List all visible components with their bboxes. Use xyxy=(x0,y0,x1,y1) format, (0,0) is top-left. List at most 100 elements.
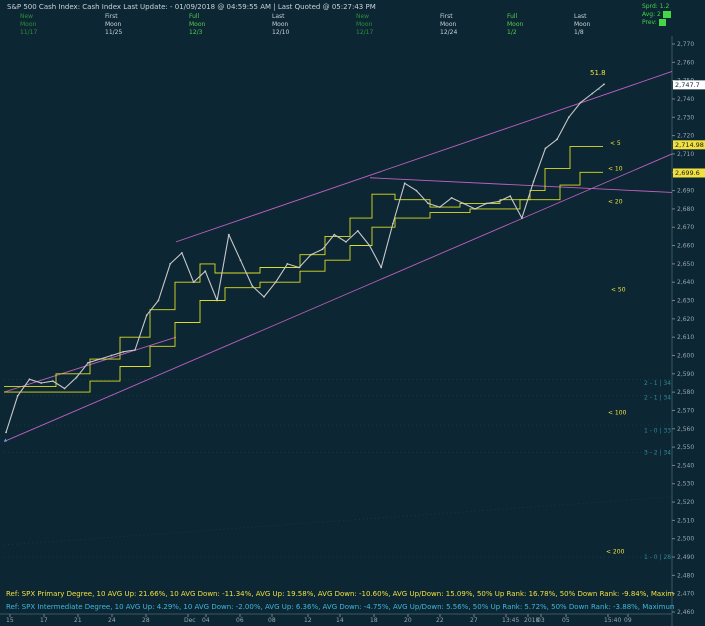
y-tick-label: 2,500 xyxy=(677,536,694,543)
ma-label: < 5 xyxy=(610,140,621,147)
chart-window: S&P 500 Cash Index: Cash Index Last Upda… xyxy=(0,0,705,626)
price-point xyxy=(169,263,172,265)
primary-degree-stats: Ref: SPX Primary Degree, 10 AVG Up: 21.6… xyxy=(6,590,674,598)
price-point xyxy=(403,182,406,185)
price-point xyxy=(98,358,101,360)
y-tick-label: 2,680 xyxy=(677,206,694,213)
y-tick-label: 2,560 xyxy=(677,426,694,433)
x-tick-label: 14 xyxy=(336,617,344,624)
price-point xyxy=(450,197,453,199)
price-point xyxy=(286,263,289,265)
x-tick-label: 06 xyxy=(236,617,244,624)
price-point xyxy=(274,281,277,284)
channel-lower-line xyxy=(3,153,673,443)
price-point xyxy=(52,380,54,382)
ma-label: < 100 xyxy=(608,409,627,416)
annotation-label: 3 - 2 | 34 xyxy=(644,449,671,456)
y-tick-label: 2,600 xyxy=(677,352,694,359)
y-tick-label: 2,590 xyxy=(677,371,694,378)
price-point xyxy=(298,266,300,269)
channel-upper-line xyxy=(175,71,673,243)
x-tick-label: 17 xyxy=(40,617,48,624)
price-point xyxy=(181,252,183,254)
x-tick-label: 28 xyxy=(142,617,150,624)
x-tick-label: 15:40 xyxy=(604,617,621,624)
y-tick-label: 2,710 xyxy=(677,151,694,158)
x-tick-label: Dec xyxy=(184,617,196,624)
y-tick-label: 2,540 xyxy=(677,462,694,469)
y-tick-label: 2,660 xyxy=(677,243,694,250)
price-point xyxy=(380,266,383,269)
x-tick-label: 15 xyxy=(6,617,14,624)
price-line xyxy=(5,83,605,433)
price-point xyxy=(567,116,570,119)
y-tick-label: 2,550 xyxy=(677,444,694,451)
y-tick-label: 2,570 xyxy=(677,407,694,414)
y-tick-label: 2,610 xyxy=(677,334,694,341)
price-point xyxy=(251,285,254,287)
y-tick-label: 2,620 xyxy=(677,316,694,323)
x-tick-label: 08 xyxy=(268,617,276,624)
x-tick-label: 20 xyxy=(404,617,412,624)
price-point xyxy=(5,431,7,434)
moving-averages xyxy=(4,146,603,393)
price-point xyxy=(603,83,605,86)
annotation-label: 1 - 0 | 33 xyxy=(644,427,671,434)
price-point xyxy=(579,101,582,104)
price-point xyxy=(368,244,371,247)
annotation-label: 2 - 1 | 34 xyxy=(644,380,671,387)
y-tick-label: 2,580 xyxy=(677,389,694,396)
annotation-label: 51.8 xyxy=(590,69,606,77)
y-tick-label: 2,520 xyxy=(677,499,694,506)
y-tick-label: 2,480 xyxy=(677,572,694,579)
annotations: 51.8 2 - 1 | 34 2 - 1 | 34 1 - 0 | 33 3 - 2 … xyxy=(4,69,671,561)
ma-label: < 10 xyxy=(608,166,623,173)
price-point xyxy=(509,195,512,198)
price-point xyxy=(16,394,19,397)
x-tick-label: 04 xyxy=(202,617,210,624)
price-point xyxy=(216,299,219,302)
y-tick-label: 2,740 xyxy=(677,96,694,103)
price-point xyxy=(356,230,359,232)
price-point xyxy=(28,378,31,381)
price-point xyxy=(63,387,66,390)
price-point xyxy=(591,92,594,95)
price-label-text: 2,747.7 xyxy=(675,81,700,89)
price-point xyxy=(427,202,429,205)
price-point xyxy=(75,376,78,379)
x-tick-label: 18 xyxy=(370,617,378,624)
y-tick-label: 2,760 xyxy=(677,59,694,66)
x-tick-label: 24 xyxy=(108,617,116,624)
price-point xyxy=(227,233,230,236)
x-tick-label: 21 xyxy=(74,617,82,624)
y-tick-label: 2,470 xyxy=(677,591,694,598)
intermediate-degree-stats: Ref: SPX Intermediate Degree, 10 AVG Up:… xyxy=(6,603,674,611)
y-tick-label: 2,510 xyxy=(677,517,694,524)
price-point xyxy=(474,208,476,210)
y-axis-panel xyxy=(672,0,705,626)
price-point xyxy=(415,189,418,192)
price-point xyxy=(556,138,558,141)
ma-label: < 20 xyxy=(608,199,623,206)
price-point xyxy=(192,281,195,284)
price-point xyxy=(110,354,113,357)
price-point xyxy=(333,233,336,236)
price-chart: 2,7702,7602,7502,7402,7302,7202,7102,700… xyxy=(0,0,705,626)
price-point xyxy=(497,200,500,203)
x-tick-label: 13:45 xyxy=(502,617,519,624)
price-point xyxy=(462,202,465,205)
x-tick-label: 05 xyxy=(562,617,570,624)
price-point xyxy=(438,206,441,209)
price-point xyxy=(87,361,89,364)
price-point xyxy=(157,299,160,302)
y-tick-label: 2,640 xyxy=(677,279,694,286)
price-point xyxy=(544,147,547,150)
y-tick-label: 2,690 xyxy=(677,188,694,195)
y-tick-label: 2,630 xyxy=(677,298,694,305)
price-point xyxy=(310,253,312,256)
x-tick-label: 03 xyxy=(537,617,545,624)
price-point xyxy=(204,270,207,273)
x-axis-ticks: 15 17 21 24 28 Dec 04 06 08 12 14 18 20 22 27 13:45 2018… xyxy=(6,614,632,624)
ma-label: < 50 xyxy=(611,287,626,294)
y-tick-label: 2,670 xyxy=(677,224,694,231)
